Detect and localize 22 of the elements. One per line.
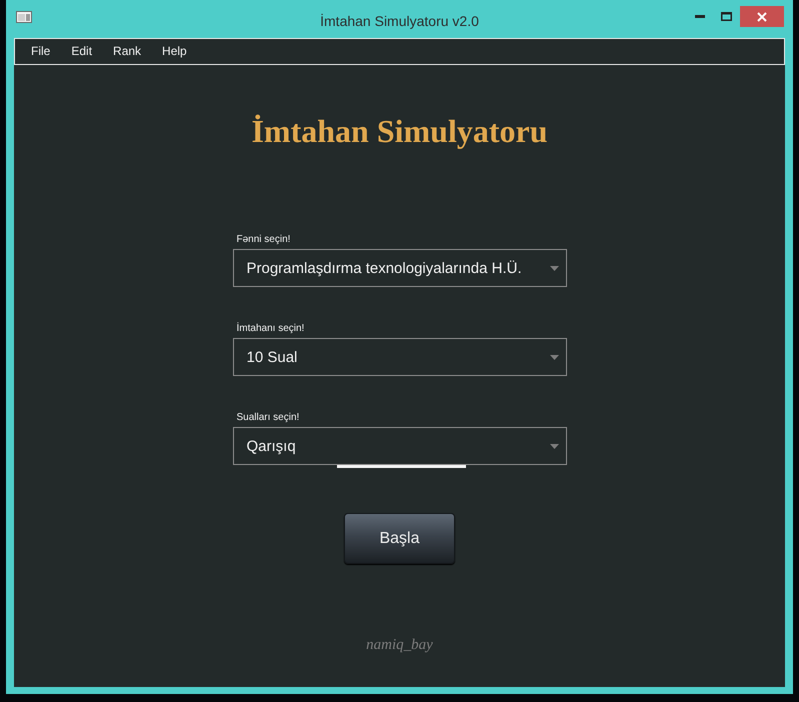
- menu-item[interactable]: Help: [155, 42, 194, 61]
- close-button[interactable]: [740, 6, 784, 27]
- subject-dropdown[interactable]: Programlaşdırma texnologiyalarında H.Ü.: [232, 249, 566, 287]
- author-credit: namiq_bay: [366, 636, 433, 654]
- dropdown-arrow-icon: [550, 266, 558, 270]
- start-button[interactable]: Başla: [344, 513, 455, 564]
- menu-item[interactable]: Edit: [64, 42, 100, 61]
- app-heading: İmtahan Simulyatoru: [251, 113, 548, 150]
- window-icon: [16, 11, 32, 23]
- field-label: Fənni seçin!: [236, 234, 290, 246]
- window-title: İmtahan Simulyatoru v2.0: [320, 12, 479, 30]
- menu-item[interactable]: File: [24, 42, 58, 61]
- maximize-icon: [721, 12, 732, 21]
- close-icon: [757, 12, 767, 22]
- dropdown-arrow-icon: [550, 444, 558, 448]
- minimize-icon: [694, 15, 704, 18]
- menu-item[interactable]: Rank: [106, 42, 148, 61]
- questions-dropdown[interactable]: Qarışıq: [232, 427, 566, 465]
- field-label: Sualları seçin!: [236, 412, 300, 424]
- exam-dropdown[interactable]: 10 Sual: [232, 338, 566, 376]
- dropdown-arrow-icon: [550, 354, 558, 360]
- field-label: İmtahanı seçin!: [236, 323, 304, 335]
